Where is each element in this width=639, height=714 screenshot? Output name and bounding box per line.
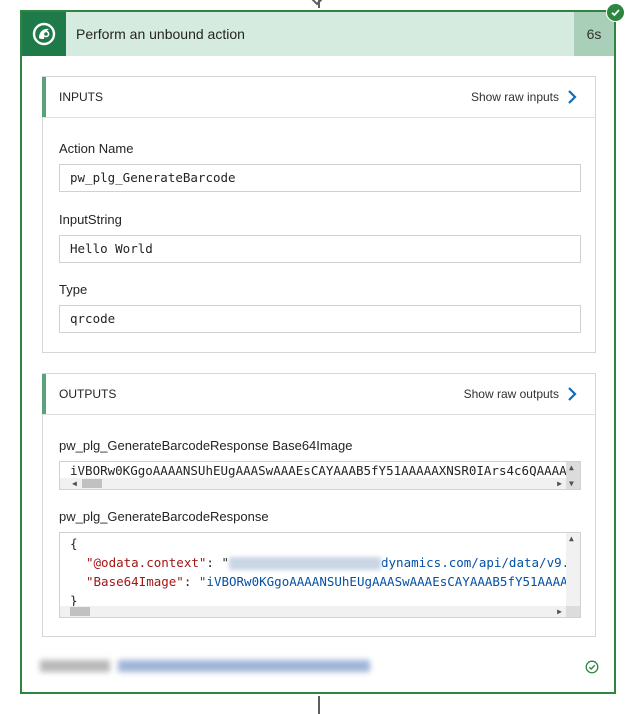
action-title: Perform an unbound action xyxy=(76,26,245,42)
scrollbar-thumb[interactable] xyxy=(70,607,90,616)
type-label: Type xyxy=(59,282,88,297)
redacted-org-url xyxy=(229,557,381,570)
redacted-connection-info xyxy=(40,660,370,674)
type-value[interactable]: qrcode xyxy=(59,305,581,333)
chevron-right-icon xyxy=(568,387,577,401)
input-string-label: InputString xyxy=(59,212,122,227)
show-raw-outputs-link[interactable]: Show raw outputs xyxy=(464,386,577,402)
success-status-badge xyxy=(606,3,625,22)
show-raw-inputs-label: Show raw inputs xyxy=(470,90,559,104)
scroll-up-icon[interactable]: ▲ xyxy=(569,533,574,544)
inputs-section: INPUTS Show raw inputs Action Name pw_pl… xyxy=(42,76,596,353)
scrollbar-thumb[interactable] xyxy=(82,479,102,488)
action-header[interactable]: Perform an unbound action 6s xyxy=(22,12,614,56)
scroll-left-icon[interactable]: ◀ xyxy=(72,478,77,489)
outputs-header: OUTPUTS Show raw outputs xyxy=(42,374,595,415)
response-label: pw_plg_GenerateBarcodeResponse xyxy=(59,509,269,524)
base64-image-value: iVBORw0KGgoAAAANSUhEUgAAASwAAAEsCAYAAAB5… xyxy=(70,463,575,478)
json-base64-value: "iVBORw0KGgoAAAANSUhEUgAAASwAAAEsCAYAAAB… xyxy=(198,574,576,589)
horizontal-scrollbar[interactable]: ▶ xyxy=(60,606,566,617)
dataverse-icon xyxy=(32,22,56,46)
json-base64-line: "Base64Image": "iVBORw0KGgoAAAANSUhEUgAA… xyxy=(86,574,576,589)
action-name-value[interactable]: pw_plg_GenerateBarcode xyxy=(59,164,581,192)
json-odata-line: "@odata.context": " dynamics.com/api/data… xyxy=(86,555,577,570)
vertical-scrollbar[interactable]: ▲ ▼ xyxy=(566,462,580,489)
app-tile xyxy=(22,12,66,56)
arrow-down-icon xyxy=(311,0,323,6)
json-odata-value: dynamics.com/api/data/v9.1 xyxy=(381,555,577,570)
chevron-right-icon xyxy=(568,90,577,104)
checkmark-icon xyxy=(611,9,620,17)
json-open-brace: { xyxy=(70,536,78,551)
base64-image-value-box[interactable]: iVBORw0KGgoAAAANSUhEUgAAASwAAAEsCAYAAAB5… xyxy=(59,461,581,490)
flow-connector-bottom xyxy=(318,696,320,714)
scroll-right-icon[interactable]: ▶ xyxy=(557,478,562,489)
scroll-right-icon[interactable]: ▶ xyxy=(557,606,562,617)
vertical-scrollbar[interactable]: ▲ ▼ xyxy=(566,533,580,617)
scroll-up-icon[interactable]: ▲ xyxy=(569,462,574,473)
inputs-header: INPUTS Show raw inputs xyxy=(42,77,595,118)
outputs-section: OUTPUTS Show raw outputs pw_plg_Generate… xyxy=(42,373,596,637)
check-circle-icon xyxy=(585,660,599,674)
show-raw-inputs-link[interactable]: Show raw inputs xyxy=(471,89,577,105)
scrollbar-corner xyxy=(566,606,580,617)
input-string-value[interactable]: Hello World xyxy=(59,235,581,263)
response-json-box[interactable]: { "@odata.context": " dynamics.com/api/da… xyxy=(59,532,581,618)
outputs-title: OUTPUTS xyxy=(59,387,117,401)
action-name-label: Action Name xyxy=(59,141,134,156)
show-raw-outputs-label: Show raw outputs xyxy=(463,387,559,401)
scroll-down-icon[interactable]: ▼ xyxy=(569,478,574,489)
json-odata-key: "@odata.context" xyxy=(86,555,207,570)
base64-image-label: pw_plg_GenerateBarcodeResponse Base64Ima… xyxy=(59,438,353,453)
horizontal-scrollbar[interactable]: ◀ ▶ xyxy=(60,478,566,489)
inputs-title: INPUTS xyxy=(59,90,104,104)
action-card: Perform an unbound action 6s INPUTS Show… xyxy=(20,10,616,694)
json-base64-key: "Base64Image" xyxy=(86,574,184,589)
